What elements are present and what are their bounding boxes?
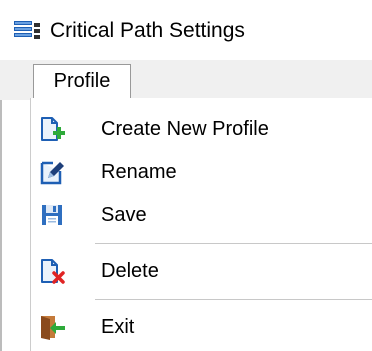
delete-icon: [38, 257, 66, 285]
title-bar: Critical Path Settings: [0, 0, 372, 60]
settings-window: Critical Path Settings Profile Create Ne…: [0, 0, 372, 351]
menu-item-create-new-profile[interactable]: Create New Profile: [31, 110, 372, 150]
save-icon: [38, 201, 66, 229]
menu-item-label: Save: [101, 204, 147, 226]
profile-dropdown-menu: Create New Profile Rename Save Delete Ex…: [30, 98, 372, 351]
menu-item-save[interactable]: Save: [31, 196, 372, 236]
menu-separator: [95, 299, 372, 300]
rename-icon: [38, 158, 66, 186]
menu-separator: [95, 243, 372, 244]
menu-profile[interactable]: Profile: [33, 64, 131, 99]
menu-item-delete[interactable]: Delete: [31, 252, 372, 292]
exit-icon: [38, 313, 66, 341]
settings-list-icon: [14, 20, 42, 42]
window-title: Critical Path Settings: [50, 19, 245, 42]
window-left-edge: [0, 100, 2, 351]
create-profile-icon: [38, 115, 66, 143]
menu-item-label: Create New Profile: [101, 118, 269, 140]
menu-item-rename[interactable]: Rename: [31, 153, 372, 193]
menu-item-exit[interactable]: Exit: [31, 308, 372, 348]
menu-item-label: Exit: [101, 316, 135, 338]
menu-item-label: Delete: [101, 260, 159, 282]
menu-item-label: Rename: [101, 161, 177, 183]
